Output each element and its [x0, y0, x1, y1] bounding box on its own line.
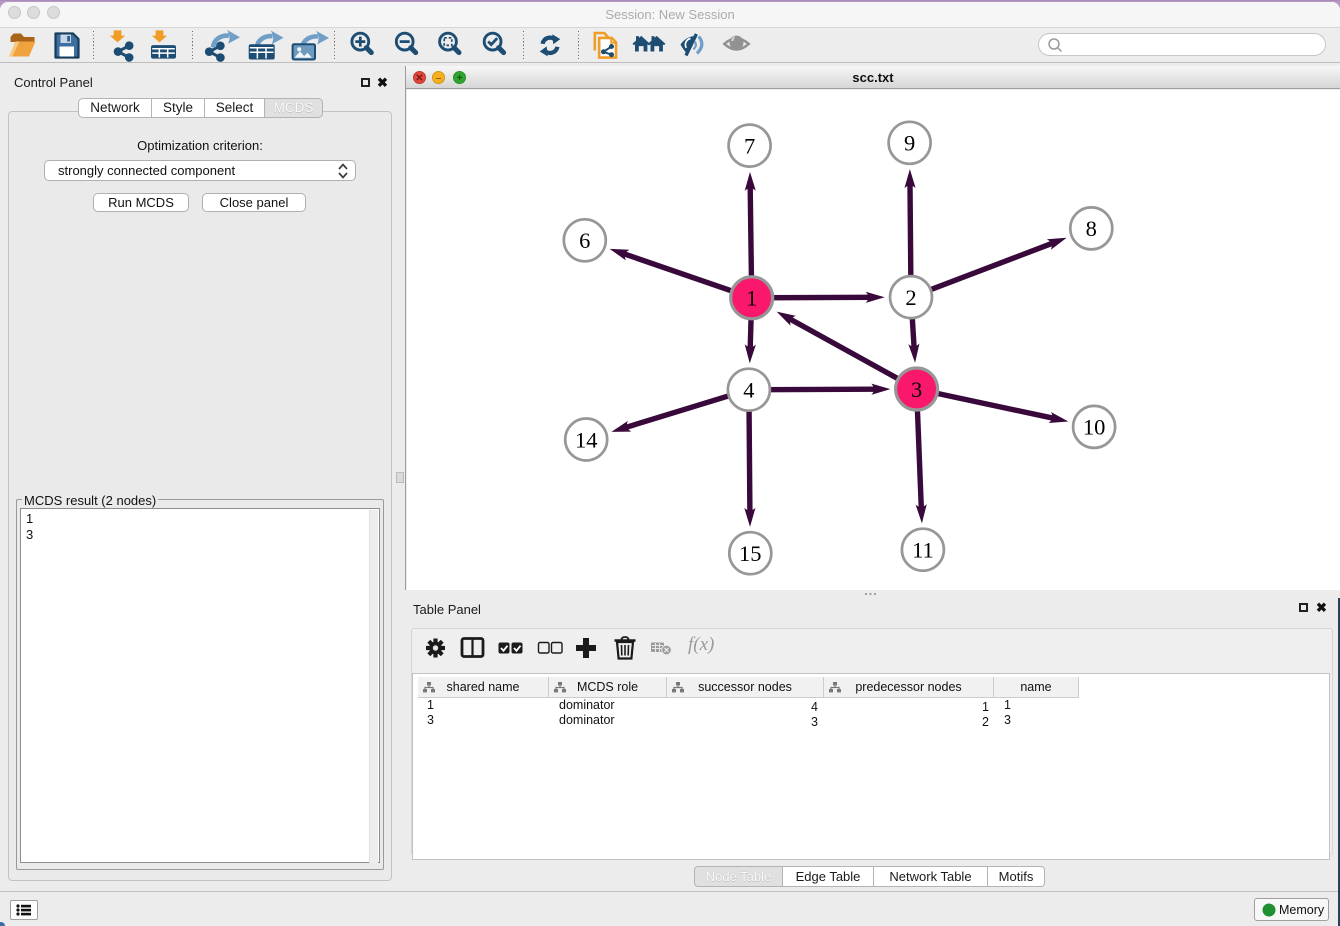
svg-text:7: 7: [744, 133, 755, 158]
svg-text:1: 1: [746, 286, 757, 311]
svg-text:10: 10: [1083, 415, 1106, 440]
svg-text:15: 15: [739, 541, 762, 566]
svg-text:6: 6: [579, 228, 590, 253]
svg-text:3: 3: [911, 377, 922, 402]
svg-text:14: 14: [575, 427, 598, 452]
svg-text:4: 4: [743, 378, 754, 403]
svg-text:8: 8: [1086, 216, 1097, 241]
svg-text:11: 11: [912, 538, 934, 563]
svg-text:2: 2: [905, 285, 916, 310]
svg-text:9: 9: [904, 131, 915, 156]
